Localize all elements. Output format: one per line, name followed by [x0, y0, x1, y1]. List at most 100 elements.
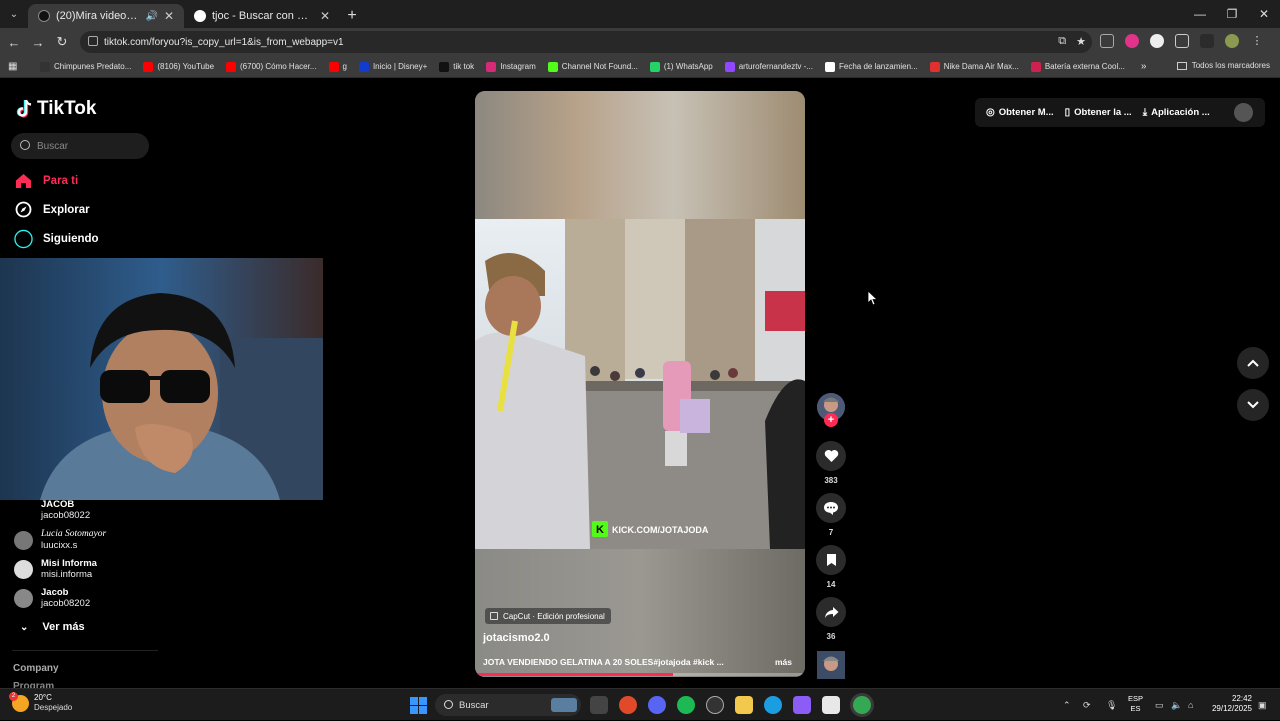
menu-kebab-icon[interactable]: ⋮ [1250, 34, 1264, 48]
bookmark-item[interactable]: g [328, 61, 347, 72]
bookmark-favicon-icon [328, 61, 339, 72]
following-account-item[interactable]: JACOB jacob08022 [14, 499, 90, 521]
phone-icon: ▯ [1064, 107, 1071, 118]
language-indicator[interactable]: ESP ES [1128, 694, 1143, 714]
following-account-item[interactable]: Misi Informa misi.informa [14, 558, 97, 580]
video-author[interactable]: jotacismo2.0 [483, 632, 550, 644]
windows-start-icon[interactable] [410, 697, 427, 714]
speaker-icon[interactable]: 🔊 [145, 11, 157, 22]
discord-icon[interactable] [648, 696, 666, 714]
volume-icon[interactable]: 🔈 [1171, 689, 1182, 721]
store-icon[interactable] [822, 696, 840, 714]
edge-icon[interactable] [764, 696, 782, 714]
new-tab-button[interactable]: + [340, 4, 364, 28]
following-account-item[interactable]: Lucia Sotomayor luucixx.s [14, 529, 106, 551]
tab-google[interactable]: tjoc - Buscar con Google ✕ [184, 4, 340, 28]
footer-company-link[interactable]: Company [13, 663, 59, 674]
share-button[interactable] [816, 597, 846, 627]
maximize-icon[interactable]: ❐ [1216, 0, 1248, 28]
bookmark-item[interactable]: Channel Not Found... [547, 61, 638, 72]
save-button[interactable] [816, 545, 846, 575]
account-username: jacob08022 [41, 510, 91, 521]
address-bar[interactable]: tiktok.com/foryou?is_copy_url=1&is_from_… [80, 31, 1092, 53]
extension-icon[interactable] [1125, 34, 1139, 48]
extension-icon[interactable] [1100, 34, 1114, 48]
bookmark-item[interactable]: Fecha de lanzamien... [824, 61, 918, 72]
site-info-icon[interactable] [88, 36, 98, 46]
all-bookmarks-button[interactable]: Todos los marcadores [1176, 61, 1270, 70]
bookmark-label: Chimpunes Predato... [54, 62, 132, 71]
like-button[interactable] [816, 441, 846, 471]
bookmark-item[interactable]: Nike Dama Air Max... [929, 61, 1019, 72]
tray-chevron-icon[interactable]: ⌃ [1063, 689, 1071, 721]
next-video-button[interactable] [1237, 389, 1269, 421]
extension-icon[interactable] [1150, 34, 1164, 48]
tab-tiktok[interactable]: (20)Mira videos populares 🔊 ✕ [28, 4, 184, 28]
search-icon [444, 700, 453, 709]
bookmark-item[interactable]: Batería externa Cool... [1030, 61, 1125, 72]
chrome-alt-icon[interactable] [619, 696, 637, 714]
network-icon[interactable]: ⌂ [1188, 689, 1193, 721]
media-control-icon[interactable] [1200, 34, 1214, 48]
bookmark-item[interactable]: (8106) YouTube [143, 61, 214, 72]
get-app-button[interactable]: ▯ Obtener la ... [1065, 107, 1132, 118]
bookmark-label: Channel Not Found... [561, 62, 638, 71]
copilot-icon[interactable] [793, 696, 811, 714]
extensions-puzzle-icon[interactable] [1175, 34, 1189, 48]
clock[interactable]: 22:42 29/12/2025 [1206, 694, 1252, 714]
nav-explorar[interactable]: Explorar [14, 200, 90, 219]
close-tab-icon[interactable]: ✕ [164, 9, 174, 23]
forward-icon[interactable]: → [26, 35, 50, 50]
follow-plus-icon[interactable]: + [824, 413, 838, 427]
bookmark-star-icon[interactable]: ★ [1076, 35, 1086, 48]
display-icon[interactable]: ▭ [1155, 689, 1164, 721]
sync-icon[interactable]: ⟳ [1083, 689, 1091, 721]
minimize-icon[interactable]: — [1184, 0, 1216, 28]
file-explorer-icon[interactable] [735, 696, 753, 714]
apps-grid-icon[interactable]: ▦ [8, 61, 22, 72]
sun-icon: 2 [9, 691, 29, 712]
search-input[interactable]: Buscar [11, 133, 149, 159]
video-progress-bar[interactable] [475, 673, 805, 676]
capcut-badge[interactable]: CapCut · Edición profesional [485, 608, 611, 624]
profile-avatar[interactable] [1234, 103, 1253, 122]
profile-avatar[interactable] [1225, 34, 1239, 48]
nav-label: Siguiendo [43, 232, 99, 245]
spotify-icon[interactable] [677, 696, 695, 714]
bookmark-item[interactable]: Inicio | Disney+ [358, 61, 427, 72]
bookmark-item[interactable]: Chimpunes Predato... [40, 61, 132, 72]
notification-badge: 2 [9, 691, 18, 701]
bookmarks-more-icon[interactable]: » [1141, 61, 1147, 72]
install-app-icon[interactable]: ⧉ [1058, 35, 1066, 48]
close-window-icon[interactable]: ✕ [1248, 0, 1280, 28]
see-more-button[interactable]: ⌄ Ver más [20, 621, 85, 633]
nav-para-ti[interactable]: Para ti [14, 171, 78, 190]
likes-count: 383 [824, 476, 838, 485]
video-player[interactable]: K KICK.COM/JOTAJODA CapCut · Edición pro… [475, 91, 805, 677]
weather-widget[interactable]: 2 20°C Despejado [9, 691, 72, 713]
nav-siguiendo[interactable]: Siguiendo [14, 229, 99, 248]
get-coins-button[interactable]: ◎ Obtener M... [986, 107, 1054, 118]
back-icon[interactable]: ← [2, 35, 26, 50]
steam-icon[interactable] [706, 696, 724, 714]
bookmark-item[interactable]: arturofernandeztv -... [724, 61, 813, 72]
bookmark-item[interactable]: (6700) Cómo Hacer... [226, 61, 317, 72]
comment-button[interactable] [816, 493, 846, 523]
chrome-icon[interactable] [853, 696, 871, 714]
bookmark-item[interactable]: (1) WhatsApp [649, 61, 713, 72]
reload-icon[interactable]: ↻ [50, 34, 74, 50]
close-tab-icon[interactable]: ✕ [320, 9, 330, 23]
following-account-item[interactable]: Jacob jacob08202 [14, 587, 90, 609]
task-view-icon[interactable] [590, 696, 608, 714]
music-disc-avatar[interactable] [817, 651, 845, 679]
tab-search-button[interactable]: ⌄ [0, 0, 28, 28]
previous-video-button[interactable] [1237, 347, 1269, 379]
taskbar-search-input[interactable]: Buscar [435, 694, 581, 716]
description-more-button[interactable]: más [775, 657, 792, 667]
tiktok-logo[interactable]: TikTok [16, 98, 96, 120]
notifications-icon[interactable]: ▣ [1258, 689, 1267, 721]
desktop-app-button[interactable]: ⤓ Aplicación ... [1143, 107, 1210, 118]
microphone-icon[interactable]: 🎙 [1106, 689, 1117, 721]
bookmark-item[interactable]: tik tok [439, 61, 474, 72]
bookmark-item[interactable]: Instagram [486, 61, 536, 72]
